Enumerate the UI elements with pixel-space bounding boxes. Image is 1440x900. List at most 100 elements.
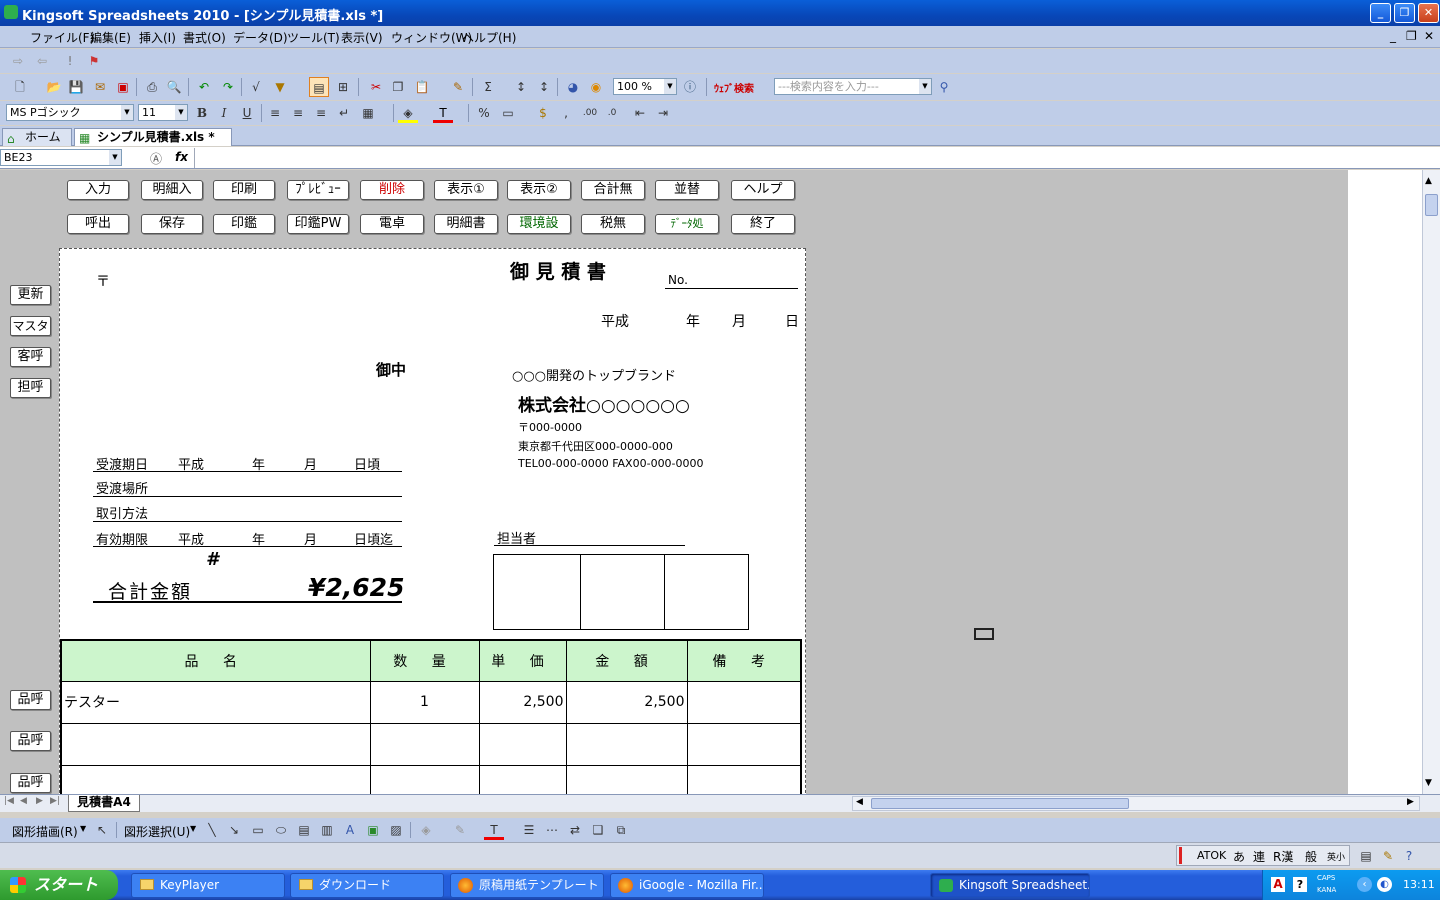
shape-select-menu[interactable]: 図形選択(U): [124, 823, 190, 840]
help-tray-icon[interactable]: ?: [1293, 877, 1307, 892]
3d-icon[interactable]: ⧉: [611, 820, 631, 840]
help-circle-icon[interactable]: ⓘ: [680, 77, 700, 97]
scroll-thumb[interactable]: [1425, 194, 1438, 216]
doc-restore-icon[interactable]: ❐: [1406, 29, 1417, 43]
ime-hiragana[interactable]: あ: [1233, 848, 1245, 865]
wordart-icon[interactable]: A: [340, 820, 360, 840]
search-go-icon[interactable]: ⚲: [934, 77, 954, 97]
doc-close-icon[interactable]: ✕: [1424, 29, 1434, 43]
ellipse-icon[interactable]: ⬭: [271, 820, 291, 840]
sheet-tab-estimate[interactable]: 見積書A4: [68, 795, 140, 812]
cell-amount[interactable]: 2,500: [565, 680, 688, 724]
ime-menu-icon[interactable]: ▤: [1356, 846, 1376, 866]
btn-customer-call[interactable]: 客呼: [10, 347, 51, 367]
autosum-icon[interactable]: Σ: [478, 77, 498, 97]
btn-recall[interactable]: 呼出: [67, 214, 129, 234]
pdf-icon[interactable]: ▣: [113, 77, 133, 97]
line-color-icon[interactable]: ✎: [450, 820, 470, 840]
btn-view-1[interactable]: 表示①: [434, 180, 498, 200]
preview-icon[interactable]: 🔍: [164, 77, 184, 97]
task-igoogle[interactable]: iGoogle - Mozilla Fir...: [610, 873, 764, 898]
print-icon[interactable]: ⎙: [142, 77, 162, 97]
minimize-button[interactable]: _: [1370, 3, 1391, 23]
btn-help[interactable]: ヘルプ: [731, 180, 795, 200]
shape-font-color-icon[interactable]: T: [484, 820, 504, 840]
cell-qty[interactable]: [369, 722, 480, 766]
sort-desc-icon[interactable]: ↕: [534, 77, 554, 97]
textbox-icon[interactable]: ▤: [294, 820, 314, 840]
web-search-label[interactable]: ｳｪﾌﾞ検索: [714, 80, 754, 95]
btn-view-2[interactable]: 表示②: [507, 180, 571, 200]
task-keyplayer[interactable]: KeyPlayer: [131, 873, 285, 898]
cell-qty[interactable]: [369, 764, 480, 794]
paste-icon[interactable]: 📋: [412, 77, 432, 97]
font-name-select[interactable]: MS Pゴシック ▼: [6, 104, 134, 121]
search-input[interactable]: ---検索内容を入力--- ▼: [774, 78, 932, 95]
shape-select-arrow-icon[interactable]: ▼: [190, 824, 196, 833]
menu-tools[interactable]: ツール(T): [287, 29, 340, 46]
copy-icon[interactable]: ❐: [388, 77, 408, 97]
outdent-icon[interactable]: ⇤: [630, 103, 650, 123]
cell-item[interactable]: [60, 764, 371, 794]
ime-help-icon[interactable]: ?: [1399, 846, 1419, 866]
forward-icon[interactable]: ⇨: [8, 51, 28, 71]
align-center-icon[interactable]: ≡: [288, 103, 308, 123]
close-button[interactable]: ✕: [1418, 3, 1439, 23]
btn-staff-call[interactable]: 担呼: [10, 378, 51, 398]
arrow-style-icon[interactable]: ⇄: [565, 820, 585, 840]
menu-data[interactable]: データ(D): [233, 29, 288, 46]
scroll-right-icon[interactable]: ▶: [1407, 797, 1414, 807]
cell-price[interactable]: [478, 722, 567, 766]
tab-document[interactable]: ▦ シンプル見積書.xls *: [74, 128, 232, 146]
cell-notes[interactable]: [686, 764, 802, 794]
tab-home[interactable]: ⌂ ホーム: [2, 128, 72, 146]
ime-ren[interactable]: 連: [1253, 848, 1265, 865]
redo-icon[interactable]: ↷: [218, 77, 238, 97]
new-icon[interactable]: 🗋: [10, 77, 30, 97]
arrow-icon[interactable]: ↘: [224, 820, 244, 840]
underline-icon[interactable]: U: [237, 103, 257, 123]
shape-fill-icon[interactable]: ◈: [416, 820, 436, 840]
align-left-icon[interactable]: ≡: [265, 103, 285, 123]
btn-update[interactable]: 更新: [10, 285, 51, 305]
number-format-icon[interactable]: ▭: [498, 103, 518, 123]
sort-asc-icon[interactable]: ↕: [511, 77, 531, 97]
horizontal-scrollbar[interactable]: ◀ ▶: [852, 796, 1420, 811]
btn-exit[interactable]: 終了: [731, 214, 795, 234]
btn-delete[interactable]: 削除: [360, 180, 424, 200]
undo-icon[interactable]: ↶: [194, 77, 214, 97]
ime-dict-icon[interactable]: ✎: [1378, 846, 1398, 866]
cell-notes[interactable]: [686, 722, 802, 766]
task-downloads[interactable]: ダウンロード: [290, 873, 444, 898]
cancel-formula-icon[interactable]: Ⓐ: [150, 150, 162, 167]
cut-icon[interactable]: ✂: [366, 77, 386, 97]
btn-save[interactable]: 保存: [141, 214, 203, 234]
btn-no-tax[interactable]: 税無: [581, 214, 645, 234]
btn-sort[interactable]: 並替: [655, 180, 719, 200]
cell-amount[interactable]: [565, 764, 688, 794]
task-firefox-template[interactable]: 原稿用紙テンプレート ...: [450, 873, 604, 898]
btn-print[interactable]: 印刷: [213, 180, 275, 200]
exclaim-icon[interactable]: !: [60, 51, 80, 71]
border-icon[interactable]: ▦: [358, 103, 378, 123]
draw-menu[interactable]: 図形描画(R): [12, 823, 78, 840]
restore-button[interactable]: ❐: [1394, 3, 1415, 23]
save-icon[interactable]: 💾: [66, 77, 86, 97]
btn-item-call-1[interactable]: 品呼: [10, 690, 51, 710]
name-box[interactable]: BE23 ▼: [0, 149, 122, 166]
btn-stamp[interactable]: 印鑑: [213, 214, 275, 234]
line-style-icon[interactable]: ☰: [519, 820, 539, 840]
start-button[interactable]: スタート: [0, 870, 118, 900]
hscroll-thumb[interactable]: [871, 798, 1129, 809]
next-sheet-icon[interactable]: ▶: [36, 796, 43, 806]
task-kingsoft[interactable]: Kingsoft Spreadsheet...: [930, 873, 1090, 898]
cell-price[interactable]: 2,500: [478, 680, 567, 724]
btn-settings[interactable]: 環境設: [507, 214, 571, 234]
network-icon[interactable]: ◐: [1377, 877, 1392, 892]
menu-view[interactable]: 表示(V): [341, 29, 383, 46]
mail-icon[interactable]: ✉: [90, 77, 110, 97]
cell-price[interactable]: [478, 764, 567, 794]
fill-color-icon[interactable]: ◈: [398, 103, 418, 123]
prev-sheet-icon[interactable]: ◀: [20, 796, 27, 806]
percent-icon[interactable]: %: [474, 103, 494, 123]
